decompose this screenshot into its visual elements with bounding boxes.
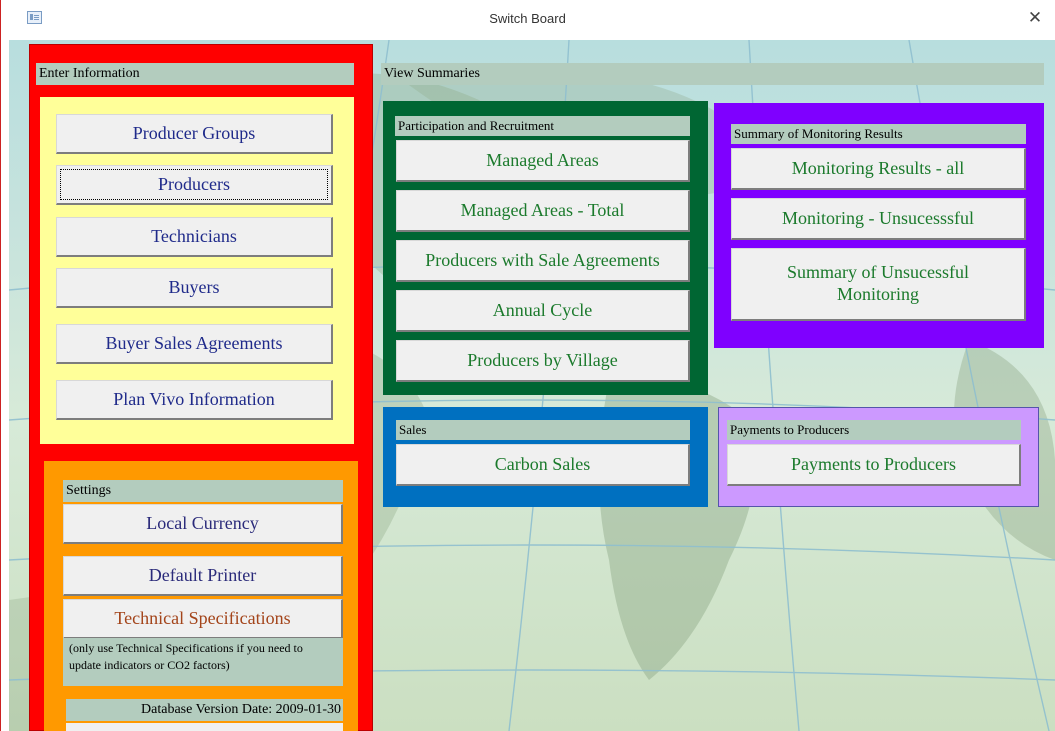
producers-by-village-button[interactable]: Producers by Village [396,340,690,382]
summary-unsuccessful-monitoring-button[interactable]: Summary of Unsucessful Monitoring [731,248,1026,321]
payments-header: Payments to Producers [727,420,1021,440]
technicians-button[interactable]: Technicians [56,217,333,257]
payments-to-producers-button[interactable]: Payments to Producers [727,444,1021,486]
producers-button[interactable]: Producers [56,165,333,205]
buyer-sales-agreements-button[interactable]: Buyer Sales Agreements [56,324,333,364]
participation-header: Participation and Recruitment [395,116,690,136]
sales-header: Sales [396,420,690,440]
buyers-button[interactable]: Buyers [56,268,333,308]
enter-information-header: Enter Information [36,63,354,85]
database-version-label: Database Version Date: 2009-01-30 [66,699,343,721]
view-summaries-header: View Summaries [381,63,1044,85]
managed-areas-button[interactable]: Managed Areas [396,140,690,182]
technical-specifications-button[interactable]: Technical Specifications [63,599,343,639]
close-icon[interactable]: ✕ [1023,6,1047,30]
technical-specifications-note: (only use Technical Specifications if yo… [63,638,343,686]
monitoring-header: Summary of Monitoring Results [731,124,1026,144]
title-bar: Switch Board ✕ [0,0,1055,40]
local-currency-button[interactable]: Local Currency [63,504,343,544]
settings-bottom-strip [66,723,343,731]
settings-header: Settings [63,480,343,502]
managed-areas-total-button[interactable]: Managed Areas - Total [396,190,690,232]
producers-with-sale-agreements-button[interactable]: Producers with Sale Agreements [396,240,690,282]
window-title: Switch Board [489,11,566,26]
default-printer-button[interactable]: Default Printer [63,556,343,596]
window-edge [0,0,1,731]
producer-groups-button[interactable]: Producer Groups [56,114,333,154]
monitoring-unsuccessful-button[interactable]: Monitoring - Unsucesssful [731,198,1026,240]
carbon-sales-button[interactable]: Carbon Sales [396,444,690,486]
annual-cycle-button[interactable]: Annual Cycle [396,290,690,332]
plan-vivo-information-button[interactable]: Plan Vivo Information [56,380,333,420]
monitoring-results-all-button[interactable]: Monitoring Results - all [731,148,1026,190]
